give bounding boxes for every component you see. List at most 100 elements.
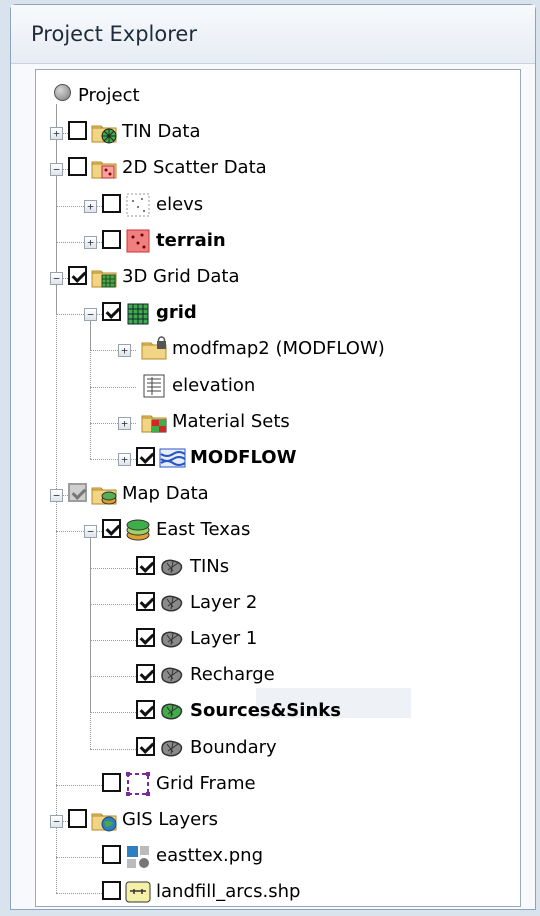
locked-folder-icon [140,336,168,362]
visibility-checkbox[interactable] [68,121,87,141]
tree-item-east-texas[interactable]: East Texas [36,516,506,548]
gis-folder-icon [90,807,118,833]
material-folder-icon [140,409,168,435]
expand-toggle[interactable] [50,127,63,141]
tree-item-label: Layer 1 [190,628,258,649]
tree-item-modfmap2-modflow-[interactable]: modfmap2 (MODFLOW) [36,335,506,367]
visibility-checkbox[interactable] [102,519,121,539]
visibility-checkbox[interactable] [68,157,87,177]
grid-icon [124,300,152,326]
tree-item-label: Layer 2 [190,591,258,613]
visibility-checkbox[interactable] [136,736,155,756]
tree-item-label: 3D Grid Data [122,266,240,287]
tree-item-label: Grid Frame [156,772,256,794]
tree-item-label: Material Sets [172,410,290,432]
tree-item-gis-layers[interactable]: GIS Layers [36,806,506,838]
map-folder-icon [90,481,118,507]
tree-item-layer-1[interactable]: Layer 1 [36,625,506,657]
visibility-checkbox[interactable] [136,447,155,466]
visibility-checkbox[interactable] [136,628,155,647]
visibility-checkbox[interactable] [68,483,87,503]
coverage-icon [158,735,186,761]
collapse-toggle[interactable] [84,308,97,322]
grid-frame-icon [124,771,152,797]
tree-item-label: elevation [172,374,256,396]
tree-item-label: Boundary [190,736,277,758]
coverage-icon [158,626,186,652]
project-explorer-panel: Project Explorer Project TIN Data 2D Sca… [10,4,536,910]
tree-item-label: TIN Data [122,121,201,143]
scatter-set-icon [124,192,152,218]
tree-item-label: modfmap2 (MODFLOW) [172,338,385,360]
visibility-checkbox[interactable] [102,229,121,249]
tree-item-label: landfill_arcs.shp [156,881,301,903]
collapse-toggle[interactable] [50,815,63,828]
panel-title: Project Explorer [31,22,197,46]
expand-toggle[interactable] [118,416,131,430]
tree-item-tin-data[interactable]: TIN Data [36,118,506,150]
expand-toggle[interactable] [84,199,97,213]
scatter-set-active-icon [124,228,152,254]
tree-item-grid[interactable]: grid [36,299,506,331]
visibility-checkbox[interactable] [102,845,121,865]
visibility-checkbox[interactable] [136,555,155,575]
tree-item-project[interactable]: Project [36,82,506,114]
expand-toggle[interactable] [84,235,97,249]
tree-item-tins[interactable]: TINs [36,553,506,585]
visibility-checkbox[interactable] [102,302,121,322]
visibility-checkbox[interactable] [102,193,121,213]
visibility-checkbox[interactable] [136,664,155,684]
visibility-checkbox[interactable] [102,881,121,901]
tree-item-grid-frame[interactable]: Grid Frame [36,770,506,802]
tree-item-label: Project [78,85,140,106]
visibility-checkbox[interactable] [102,772,121,792]
project-tree[interactable]: Project TIN Data 2D Scatter Data elevs ter… [35,69,521,907]
tree-item-label: Map Data [122,483,209,505]
tree-item-sources-sinks[interactable]: Sources&Sinks [36,697,506,729]
tree-item-label: East Texas [156,519,251,541]
coverage-icon [158,554,186,580]
dataset-icon [140,373,168,399]
project-radio-icon [54,84,71,101]
collapse-toggle[interactable] [84,525,97,539]
tree-item-elevation[interactable]: elevation [36,372,506,404]
scatter-folder-icon [90,155,118,181]
tree-item-easttex-png[interactable]: easttex.png [36,842,506,874]
expand-toggle[interactable] [118,344,131,358]
visibility-checkbox[interactable] [68,809,87,828]
tree-item-label: terrain [156,229,226,251]
tree-item-label: grid [156,302,197,324]
tree-item-label: elevs [156,193,204,215]
coverage-group-icon [124,517,152,543]
collapse-toggle[interactable] [50,489,63,503]
visibility-checkbox[interactable] [136,591,155,611]
collapse-toggle[interactable] [50,272,63,285]
collapse-toggle[interactable] [50,163,63,177]
shapefile-icon [124,879,152,905]
coverage-icon [158,590,186,616]
tree-item-label: easttex.png [156,845,263,867]
coverage-active-icon [158,698,186,724]
tin-folder-icon [90,119,118,145]
tree-item-elevs[interactable]: elevs [36,191,506,223]
tree-item-modflow[interactable]: MODFLOW [36,444,506,476]
tree-item-2d-scatter-data[interactable]: 2D Scatter Data [36,154,506,186]
tree-item-landfill-arcs-shp[interactable]: landfill_arcs.shp [36,878,506,910]
tree-item-recharge[interactable]: Recharge [36,661,506,693]
image-icon [124,843,152,869]
tree-item-layer-2[interactable]: Layer 2 [36,589,506,621]
tree-item-label: Recharge [190,664,275,686]
tree-item-terrain[interactable]: terrain [36,227,506,259]
tree-item-label: GIS Layers [122,809,218,830]
visibility-checkbox[interactable] [136,700,155,720]
tree-item-label: MODFLOW [190,447,297,468]
visibility-checkbox[interactable] [68,266,87,285]
tree-item-label: 2D Scatter Data [122,157,267,179]
tree-item-map-data[interactable]: Map Data [36,480,506,512]
tree-item-material-sets[interactable]: Material Sets [36,408,506,440]
tree-item-3d-grid-data[interactable]: 3D Grid Data [36,263,506,295]
tree-item-boundary[interactable]: Boundary [36,734,506,766]
tree-item-label: TINs [190,555,230,577]
panel-title-bar: Project Explorer [11,5,535,64]
expand-toggle[interactable] [118,453,131,466]
